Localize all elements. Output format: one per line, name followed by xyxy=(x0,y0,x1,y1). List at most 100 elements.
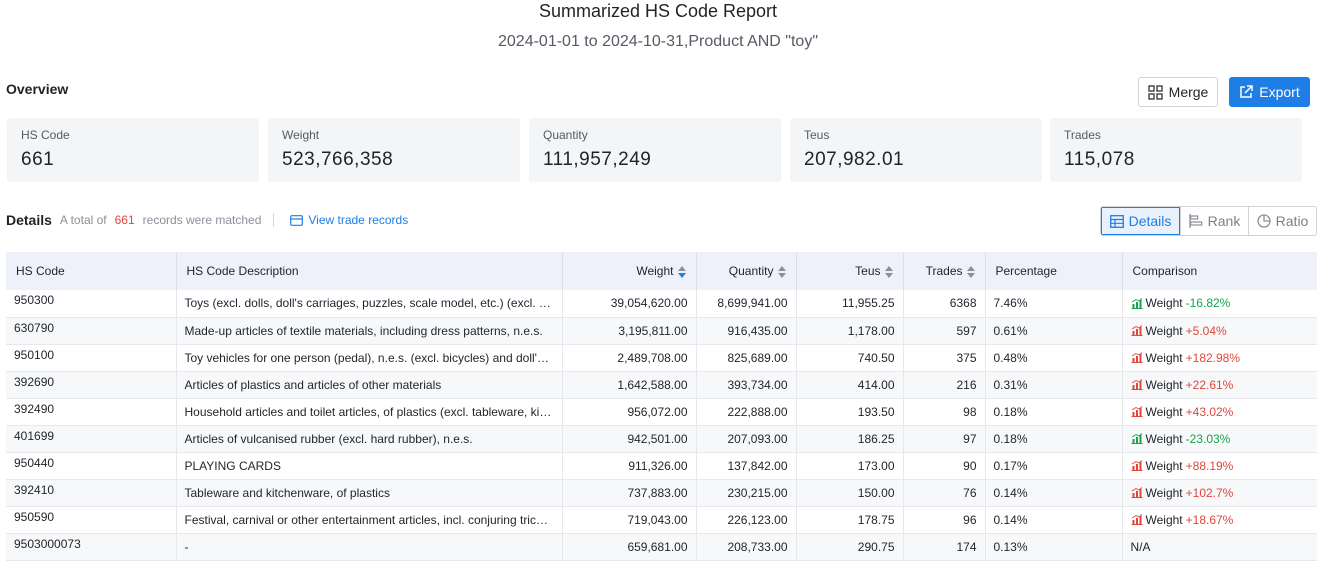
cell-trades: 375 xyxy=(903,344,986,372)
trend-chart-icon xyxy=(1131,297,1142,309)
cell-weight: 911,326.00 xyxy=(562,452,697,480)
trend-chart-icon xyxy=(1131,325,1142,336)
cell-percentage: 0.13% xyxy=(985,533,1123,561)
table-row[interactable]: 950590 Festival, carnival or other entert… xyxy=(6,506,1317,534)
col-quantity[interactable]: Quantity xyxy=(696,252,797,290)
cell-comparison: Weight -16.82% xyxy=(1122,290,1317,318)
stat-label: Quantity xyxy=(543,128,588,142)
details-heading: Details xyxy=(6,212,52,228)
cell-hs-code: 392490 xyxy=(6,398,177,426)
col-percentage: Percentage xyxy=(985,252,1123,290)
comparison-label: Weight xyxy=(1145,296,1183,311)
table-row[interactable]: 9503000073-659,681.00 208,733.00 290.75 174… xyxy=(6,533,1317,561)
table-icon xyxy=(1109,214,1124,228)
cell-trades: 6368 xyxy=(903,290,986,318)
cell-trades: 96 xyxy=(903,506,986,534)
view-trade-records-link[interactable]: View trade records xyxy=(290,213,408,227)
stat-card-teus: Teus 207,982.01 xyxy=(790,118,1042,182)
cell-weight: 659,681.00 xyxy=(562,533,697,561)
report-subtitle: 2024-01-01 to 2024-10-31,Product AND "to… xyxy=(498,33,818,50)
total-prefix: A total of xyxy=(59,213,107,227)
table-row[interactable]: 950300 Toys (excl. dolls, doll's carriage… xyxy=(6,290,1317,318)
tab-rank[interactable]: Rank xyxy=(1180,207,1248,235)
cell-percentage: 7.46% xyxy=(985,290,1123,318)
cell-description: Toy vehicles for one person (pedal), n.e… xyxy=(176,344,563,372)
cell-hs-code: 950440 xyxy=(6,452,177,480)
merge-label: Merge xyxy=(1168,84,1209,100)
cell-description: Festival, carnival or other entertainmen… xyxy=(176,506,563,534)
comparison-label: Weight xyxy=(1145,377,1183,392)
cell-quantity: 8,699,941.00 xyxy=(696,290,797,318)
total-count: 661 xyxy=(114,213,135,227)
stat-label: HS Code xyxy=(21,128,70,142)
comparison-value: +102.7% xyxy=(1185,485,1234,500)
merge-button[interactable]: Merge xyxy=(1138,77,1218,107)
table-row[interactable]: 630790 Made-up articles of textile materi… xyxy=(6,317,1317,345)
stat-label: Trades xyxy=(1064,128,1101,142)
cell-percentage: 0.18% xyxy=(985,425,1123,453)
cell-description: PLAYING CARDS xyxy=(176,452,563,480)
col-trades[interactable]: Trades xyxy=(903,252,986,290)
cell-comparison: Weight +5.04% xyxy=(1122,317,1317,345)
cell-weight: 1,642,588.00 xyxy=(562,371,697,399)
cell-teus: 740.50 xyxy=(796,344,904,372)
cell-hs-code: 392410 xyxy=(6,479,177,507)
cell-comparison: Weight +88.19% xyxy=(1122,452,1317,480)
export-icon xyxy=(1240,85,1254,98)
tab-ratio[interactable]: Ratio xyxy=(1248,207,1316,235)
stat-card-hs-code: HS Code 661 xyxy=(7,118,259,182)
comparison-value: +182.98% xyxy=(1185,350,1241,365)
stat-value: 661 xyxy=(21,149,55,170)
cell-weight: 737,883.00 xyxy=(562,479,697,507)
comparison-label: Weight xyxy=(1145,323,1183,338)
cell-comparison: Weight +18.67% xyxy=(1122,506,1317,534)
comparison-label: Weight xyxy=(1145,404,1183,419)
cell-quantity: 226,123.00 xyxy=(696,506,797,534)
cell-description: Articles of plastics and articles of oth… xyxy=(176,371,563,399)
total-suffix: records were matched xyxy=(142,213,262,227)
cell-trades: 174 xyxy=(903,533,986,561)
cell-comparison: N/A xyxy=(1122,533,1317,561)
cell-comparison: Weight +182.98% xyxy=(1122,344,1317,372)
tab-details[interactable]: Details xyxy=(1101,207,1180,235)
cell-trades: 90 xyxy=(903,452,986,480)
sort-icon xyxy=(777,265,786,278)
rank-icon xyxy=(1189,214,1202,228)
table-row[interactable]: 950100 Toy vehicles for one person (pedal… xyxy=(6,344,1317,372)
table-row[interactable]: 401699 Articles of vulcanised rubber (exc… xyxy=(6,425,1317,453)
trend-chart-icon xyxy=(1131,514,1142,525)
comparison-value: +18.67% xyxy=(1185,512,1234,527)
trend-chart-icon xyxy=(1131,352,1142,363)
cell-percentage: 0.14% xyxy=(985,506,1123,534)
report-title: Summarized HS Code Report xyxy=(538,1,778,21)
cell-quantity: 207,093.00 xyxy=(696,425,797,453)
comparison-value: N/A xyxy=(1130,539,1151,554)
col-teus[interactable]: Teus xyxy=(796,252,904,290)
cell-weight: 942,501.00 xyxy=(562,425,697,453)
stat-value: 207,982.01 xyxy=(804,149,905,170)
cell-quantity: 137,842.00 xyxy=(696,452,797,480)
comparison-label: Weight xyxy=(1145,350,1183,365)
cell-teus: 150.00 xyxy=(796,479,904,507)
cell-percentage: 0.48% xyxy=(985,344,1123,372)
sort-icon xyxy=(966,265,975,278)
cell-teus: 186.25 xyxy=(796,425,904,453)
comparison-value: -16.82% xyxy=(1185,296,1231,311)
tab-rank-label: Rank xyxy=(1207,213,1241,229)
table-row[interactable]: 392410 Tableware and kitchenware, of plas… xyxy=(6,479,1317,507)
comparison-label: Weight xyxy=(1145,431,1183,446)
sort-icon xyxy=(884,265,893,278)
cell-teus: 414.00 xyxy=(796,371,904,399)
col-weight[interactable]: Weight xyxy=(562,252,697,290)
col-weight-label: Weight xyxy=(636,264,674,278)
cell-percentage: 0.31% xyxy=(985,371,1123,399)
cell-percentage: 0.17% xyxy=(985,452,1123,480)
cell-weight: 2,489,708.00 xyxy=(562,344,697,372)
table-row[interactable]: 950440 PLAYING CARDS 911,326.00 137,842.00 1… xyxy=(6,452,1317,480)
table-row[interactable]: 392490 Household articles and toilet arti… xyxy=(6,398,1317,426)
cell-comparison: Weight +43.02% xyxy=(1122,398,1317,426)
stat-card-quantity: Quantity 111,957,249 xyxy=(529,118,781,182)
export-button[interactable]: Export xyxy=(1229,77,1310,107)
table-row[interactable]: 392690 Articles of plastics and articles … xyxy=(6,371,1317,399)
cell-description: Tableware and kitchenware, of plastics xyxy=(176,479,563,507)
